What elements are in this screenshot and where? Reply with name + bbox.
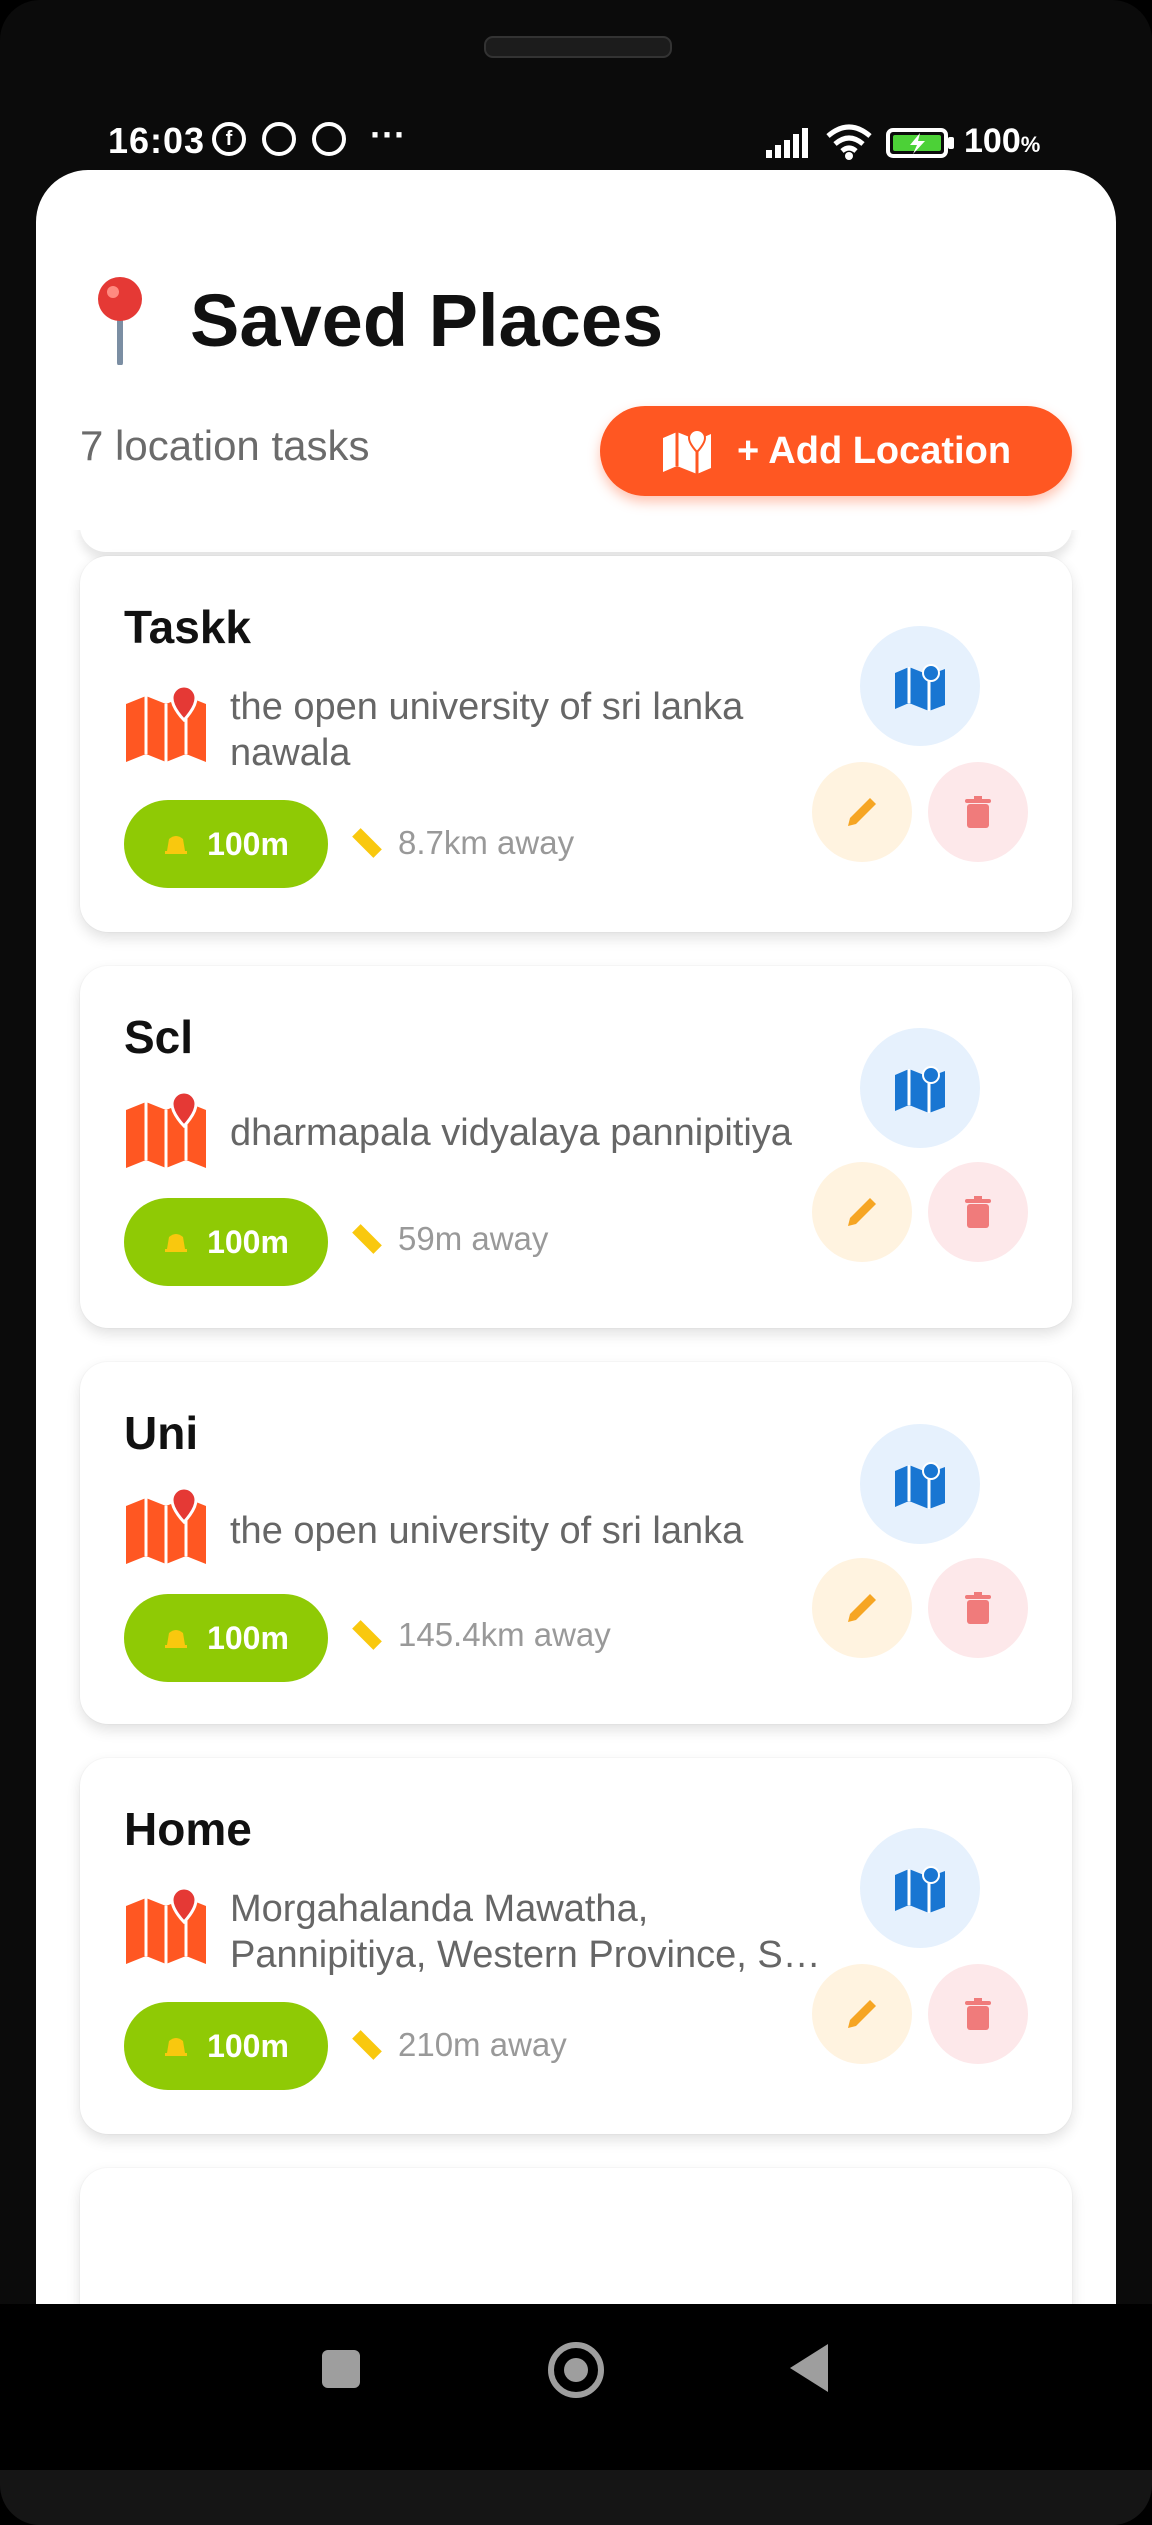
radius-value: 100m (207, 1619, 289, 1656)
pencil-icon (848, 1198, 876, 1226)
delete-button[interactable] (928, 1162, 1028, 1262)
ruler-icon (352, 1224, 382, 1254)
status-bar: 16:03 f ··· 100% (0, 110, 1152, 172)
location-name: Home (124, 1803, 252, 1855)
radius-badge[interactable]: 100m (124, 1198, 328, 1286)
add-location-button[interactable]: + Add Location (600, 406, 1072, 496)
ruler-icon (352, 2030, 382, 2060)
map-icon (895, 1462, 945, 1509)
trash-icon (965, 1592, 991, 1624)
radius-value: 100m (207, 1223, 289, 1260)
map-icon (895, 1866, 945, 1913)
distance-info: 145.4km away (350, 1616, 611, 1654)
phone-chin (0, 2470, 1152, 2525)
location-address: dharmapala vidyalaya pannipitiya (230, 1112, 792, 1154)
edit-button[interactable] (812, 1558, 912, 1658)
radius-badge[interactable]: 100m (124, 800, 328, 888)
radius-value: 100m (207, 825, 289, 862)
delete-button[interactable] (928, 1964, 1028, 2064)
map-icon (895, 664, 945, 711)
edit-button[interactable] (812, 1964, 912, 2064)
location-name: Scl (124, 1011, 194, 1063)
distance-text: 59m away (398, 1220, 549, 1257)
delete-button[interactable] (928, 762, 1028, 862)
bell-icon (165, 2038, 188, 2056)
location-address: the open university of sri lanka (230, 1510, 744, 1552)
pencil-icon (848, 798, 876, 826)
bell-icon (165, 1234, 188, 1252)
page-title: Saved Places (190, 278, 664, 362)
distance-info: 8.7km away (350, 824, 574, 862)
recents-button[interactable] (322, 2350, 360, 2388)
phone-frame: 16:03 f ··· 100% Saved Places 7 location… (0, 0, 1152, 2525)
status-time: 16:03 (108, 120, 206, 161)
radius-badge[interactable]: 100m (124, 2002, 328, 2090)
location-card[interactable]: Uni the open university of sri lanka 100… (80, 1362, 1072, 1724)
app-screen: Saved Places 7 location tasks + Add Loca… (36, 170, 1116, 2304)
location-card[interactable]: Scl dharmapala vidyalaya pannipitiya 100… (80, 966, 1072, 1328)
distance-info: 210m away (350, 2026, 567, 2064)
location-name: Uni (124, 1407, 199, 1459)
back-button[interactable] (790, 2344, 828, 2392)
trash-icon (965, 796, 991, 828)
ruler-icon (352, 1620, 382, 1650)
battery-percent: 100% (964, 122, 1041, 160)
delete-button[interactable] (928, 1558, 1028, 1658)
distance-text: 8.7km away (398, 824, 575, 861)
battery-charging-icon (886, 128, 954, 158)
location-card[interactable]: Taskk the open university of sri lanka n… (80, 556, 1072, 932)
location-card-partial[interactable] (80, 2168, 1072, 2304)
whatsapp-icon (262, 122, 296, 156)
radius-badge[interactable]: 100m (124, 1594, 328, 1682)
ruler-icon (352, 828, 382, 858)
pencil-icon (848, 1594, 876, 1622)
map-pin-icon (126, 1092, 206, 1168)
pencil-icon (848, 2000, 876, 2028)
speaker-grille (484, 36, 672, 58)
overflow-dots-icon: ··· (370, 114, 406, 155)
add-location-label: + Add Location (736, 429, 1012, 472)
page-header: Saved Places (90, 270, 663, 370)
view-map-button[interactable] (860, 1424, 980, 1544)
distance-info: 59m away (350, 1220, 548, 1258)
wifi-icon (826, 124, 872, 160)
location-count: 7 location tasks (80, 422, 370, 469)
location-address: the open university of sri lanka nawala (230, 686, 744, 774)
location-address: Morgahalanda Mawatha, Pannipitiya, Weste… (230, 1888, 821, 1976)
map-pin-icon (126, 1488, 206, 1564)
facebook-icon: f (212, 122, 246, 156)
view-map-button[interactable] (860, 1828, 980, 1948)
map-pin-icon (126, 686, 206, 762)
location-name: Taskk (124, 601, 252, 653)
location-card[interactable]: Home Morgahalanda Mawatha, Pannipitiya, … (80, 1758, 1072, 2134)
bell-icon (165, 836, 188, 854)
view-map-button[interactable] (860, 1028, 980, 1148)
home-button[interactable] (548, 2342, 604, 2398)
map-icon (895, 1066, 945, 1113)
map-pin-icon (126, 1888, 206, 1964)
previous-card-edge (80, 530, 1072, 552)
trash-icon (965, 1998, 991, 2030)
signal-icon (766, 128, 808, 158)
location-list[interactable]: Taskk the open university of sri lanka n… (36, 530, 1116, 2304)
view-map-button[interactable] (860, 626, 980, 746)
edit-button[interactable] (812, 762, 912, 862)
edit-button[interactable] (812, 1162, 912, 1262)
map-icon (662, 428, 711, 474)
distance-text: 210m away (398, 2026, 567, 2063)
round-pushpin-icon (98, 277, 142, 365)
radius-value: 100m (207, 2027, 289, 2064)
whatsapp-icon (312, 122, 346, 156)
trash-icon (965, 1196, 991, 1228)
bell-icon (165, 1630, 188, 1648)
distance-text: 145.4km away (398, 1616, 611, 1653)
